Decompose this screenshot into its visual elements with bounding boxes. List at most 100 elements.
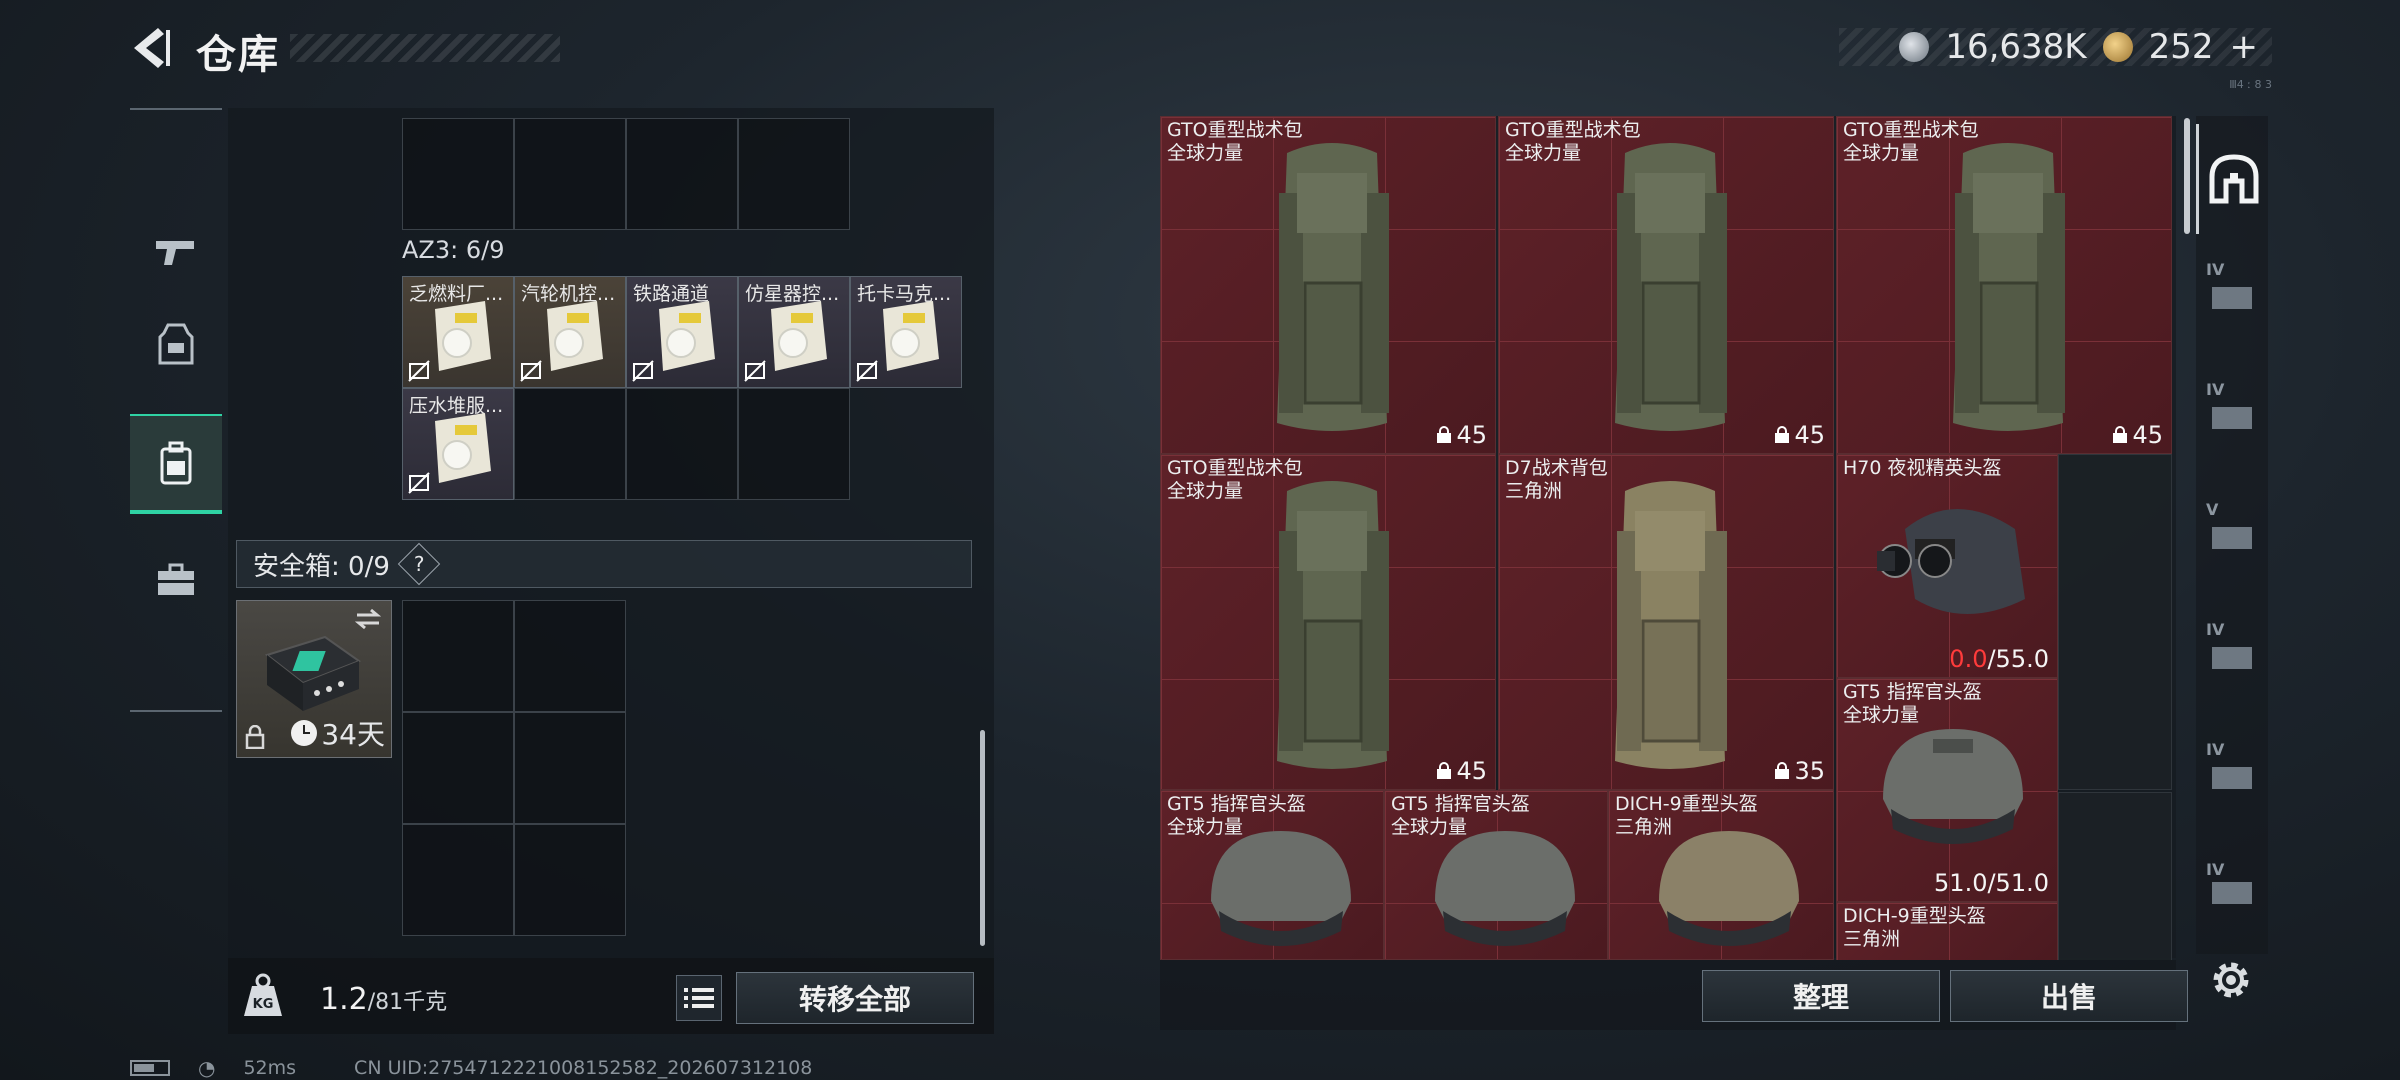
safebox-icon [264, 635, 362, 711]
weight-icon: KG [244, 973, 282, 1016]
tab-label: IV [2206, 260, 2225, 279]
nvg-helmet-icon [1877, 509, 2025, 614]
sell-button[interactable]: 出售 [1950, 970, 2188, 1022]
key-item[interactable]: 铁路通道 [626, 276, 738, 388]
stash-item[interactable]: DICH-9重型头盔 三角洲 [1836, 902, 2058, 960]
sort-button[interactable]: 整理 [1702, 970, 1940, 1022]
gear-icon[interactable] [2206, 955, 2256, 1005]
stash-item[interactable]: GT5 指挥官头盔 全球力量 [1384, 790, 1608, 960]
tab-label: IV [2206, 860, 2225, 879]
tab-stash-2[interactable]: IV [2196, 360, 2268, 470]
stash-item[interactable]: GT5 指挥官头盔 全球力量 51.0/51.0 [1836, 678, 2058, 902]
tab-stash-5[interactable]: IV [2196, 720, 2268, 830]
grid-cell[interactable] [514, 824, 626, 936]
keycard-icon [659, 301, 715, 371]
transfer-all-button[interactable]: 转移全部 [736, 972, 974, 1024]
vest-icon [158, 323, 194, 365]
item-name: H70 夜视精英头盔 [1843, 457, 2002, 479]
key-item[interactable]: 汽轮机控... [514, 276, 626, 388]
uid-text: CN UID:2754712221008152582_202607312108 [354, 1057, 813, 1079]
grid-cell[interactable] [514, 600, 626, 712]
ping-text: 52ms [243, 1057, 297, 1079]
grid-cell[interactable] [402, 600, 514, 712]
key-item[interactable]: 乏燃料厂... [402, 276, 514, 388]
no-drop-icon [408, 472, 430, 494]
battery-icon [130, 1060, 170, 1076]
keycard-icon [435, 301, 491, 371]
tab-label: IV [2206, 380, 2225, 399]
safebox-item[interactable]: 34天 [236, 600, 392, 758]
grid-cell[interactable] [402, 824, 514, 936]
stash-scrollbar[interactable] [2184, 118, 2190, 234]
backpack-icon [1615, 481, 1727, 769]
back-button[interactable] [128, 24, 172, 72]
weight-current: 1.2 [320, 982, 368, 1017]
stash-item[interactable]: GTO重型战术包 全球力量 45 [1498, 116, 1834, 454]
tab-stash-1[interactable]: IV [2196, 240, 2268, 350]
grid-cell[interactable] [2058, 454, 2172, 790]
list-view-button[interactable] [676, 975, 722, 1021]
item-name: DICH-9重型头盔 三角洲 [1843, 905, 1986, 950]
key-item[interactable]: 仿星器控... [738, 276, 850, 388]
helmet-icon [1659, 831, 1799, 946]
stash-item[interactable]: GTO重型战术包 全球力量 45 [1160, 116, 1496, 454]
no-drop-icon [856, 360, 878, 382]
title-decoration [290, 34, 560, 62]
carry-weight: 1.2/81千克 [320, 982, 447, 1017]
grid-cell[interactable] [738, 118, 850, 230]
stash-item[interactable]: GTO重型战术包 全球力量 45 [1160, 454, 1496, 790]
tab-label: IV [2206, 620, 2225, 639]
stash-item[interactable]: GT5 指挥官头盔 全球力量 [1160, 790, 1384, 960]
stash-tab-icon [2212, 527, 2252, 549]
grid-cell[interactable] [738, 388, 850, 500]
stash-tab-icon [2212, 767, 2252, 789]
swap-icon[interactable] [353, 607, 383, 631]
stash-item[interactable]: DICH-9重型头盔 三角洲 [1608, 790, 1834, 960]
az3-capacity-label: AZ3: 6/9 [402, 236, 505, 264]
grid-cell[interactable] [514, 388, 626, 500]
az3-key-grid: 乏燃料厂... 汽轮机控... 铁路通道 仿星器控... 托卡马克... 压水堆… [402, 276, 962, 500]
currency-bar: 16,638K 252 + [1839, 27, 2272, 67]
grid-cell[interactable] [402, 118, 514, 230]
grid-cell[interactable] [402, 712, 514, 824]
rail-item-armor[interactable] [130, 298, 222, 390]
stash-item[interactable]: D7战术背包 三角洲 35 [1498, 454, 1834, 790]
add-currency-button[interactable]: + [2230, 27, 2259, 67]
item-count: 45 [2112, 421, 2163, 449]
tab-stash-3[interactable]: V [2196, 480, 2268, 590]
safebox-grid [402, 600, 626, 936]
lock-icon [245, 725, 265, 749]
lock-icon [1775, 762, 1790, 779]
wifi-icon: ◔ [198, 1056, 216, 1080]
safebox-days-text: 34天 [321, 718, 385, 751]
rail-item-backpack[interactable] [130, 414, 222, 514]
grid-cell[interactable] [626, 118, 738, 230]
key-item[interactable]: 压水堆服... [402, 388, 514, 500]
lock-icon [2113, 426, 2128, 443]
backpack-icon [160, 441, 192, 485]
grid-cell[interactable] [514, 712, 626, 824]
helmet-icon [1883, 729, 2023, 844]
item-durability: 0.0/55.0 [1949, 645, 2049, 673]
backpack-icon [1277, 143, 1389, 431]
rail-item-weapons[interactable] [130, 206, 222, 298]
stash-item[interactable]: H70 夜视精英头盔 0.0/55.0 [1836, 454, 2058, 678]
no-drop-icon [744, 360, 766, 382]
safebox-duration: 34天 [291, 713, 385, 753]
help-icon[interactable]: ? [397, 542, 441, 586]
lock-icon [1775, 426, 1790, 443]
item-count: 45 [1436, 421, 1487, 449]
grid-cell[interactable] [2058, 792, 2172, 960]
grid-cell[interactable] [514, 118, 626, 230]
key-item[interactable]: 托卡马克... [850, 276, 962, 388]
tab-stash-4[interactable]: IV [2196, 600, 2268, 710]
tab-all[interactable] [2196, 124, 2268, 234]
tab-stash-6[interactable]: IV [2196, 840, 2268, 940]
rail-item-case[interactable] [130, 534, 222, 626]
stash-item[interactable]: GTO重型战术包 全球力量 45 [1836, 116, 2172, 454]
storage-scrollbar[interactable] [980, 730, 985, 946]
grid-cell[interactable] [626, 388, 738, 500]
list-icon [684, 988, 714, 1008]
status-bar: ◔ 52ms CN UID:2754712221008152582_202607… [130, 1056, 812, 1080]
gold-coin-icon [2102, 32, 2133, 62]
